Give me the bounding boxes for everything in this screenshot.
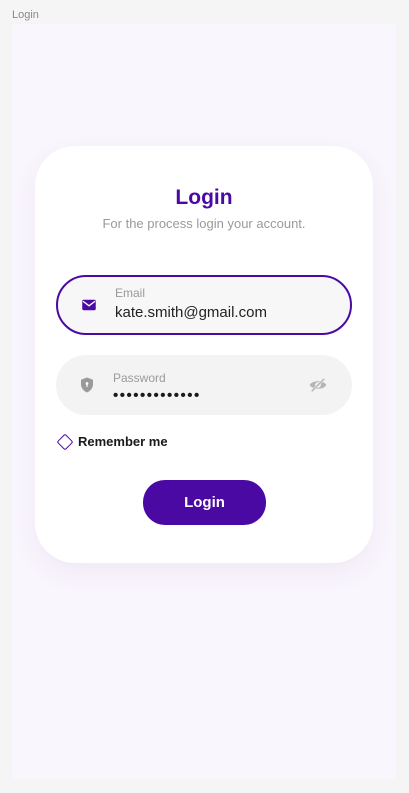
- login-card: Login For the process login your account…: [35, 146, 373, 563]
- email-value[interactable]: kate.smith@gmail.com: [115, 304, 267, 321]
- email-field[interactable]: Email kate.smith@gmail.com: [56, 275, 352, 335]
- remember-label: Remember me: [78, 434, 168, 449]
- login-screen: Login For the process login your account…: [12, 24, 396, 778]
- page-subtitle: For the process login your account.: [102, 216, 306, 231]
- email-label: Email: [115, 286, 146, 300]
- shield-icon: [81, 377, 93, 393]
- password-label: Password: [113, 371, 166, 385]
- password-value[interactable]: •••••••••••••: [113, 387, 201, 404]
- page-title: Login: [175, 186, 233, 209]
- login-button[interactable]: Login: [143, 480, 266, 525]
- mail-icon: [82, 299, 96, 311]
- remember-checkbox[interactable]: [56, 433, 74, 451]
- frame-label: Login: [12, 9, 39, 21]
- password-field[interactable]: Password •••••••••••••: [56, 355, 352, 415]
- eye-off-icon[interactable]: [308, 375, 328, 395]
